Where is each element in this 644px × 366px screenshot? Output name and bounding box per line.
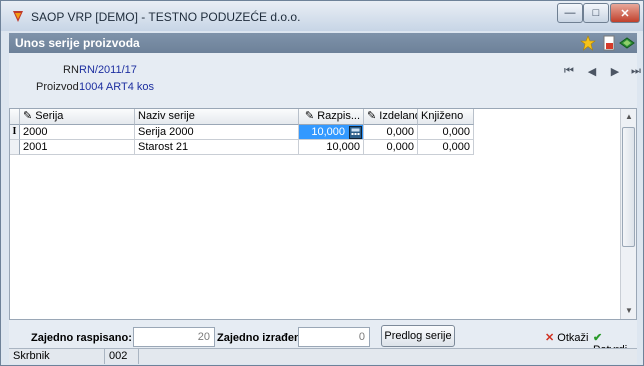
col-header-label: Naziv serije	[138, 110, 195, 122]
pencil-icon: ✎	[304, 110, 315, 122]
rn-label: RN	[63, 64, 79, 76]
minimize-icon: —	[564, 7, 576, 19]
first-icon: ⏮	[564, 64, 574, 77]
star-icon[interactable]	[580, 35, 596, 51]
prev-record-button[interactable]: ◀	[584, 64, 600, 78]
cell-razpis-value: 10,000	[311, 126, 345, 138]
cell-naziv[interactable]: Starost 21	[135, 140, 299, 155]
pencil-icon: ✎	[23, 110, 33, 122]
series-grid[interactable]: ✎ Serija Naziv serije ✎ Razpis... ✎ Izde…	[9, 108, 637, 320]
cancel-label: Otkaži	[557, 332, 589, 344]
cancel-x-icon: ✕	[545, 332, 555, 344]
book-icon[interactable]	[619, 35, 635, 51]
vertical-scrollbar[interactable]: ▲ ▼	[620, 109, 636, 319]
last-icon: ⏭	[631, 64, 641, 77]
cell-knjizeno[interactable]: 0,000	[418, 125, 474, 140]
app-window: SAOP VRP [DEMO] - TESTNO PODUZEĆE d.o.o.…	[0, 0, 644, 366]
col-header-label: Razpis...	[317, 110, 360, 122]
document-icon[interactable]	[601, 35, 617, 51]
status-field-label: Skrbnik	[9, 349, 105, 364]
checkmark-icon: ✔	[593, 332, 603, 344]
col-header-knjizeno[interactable]: Knjiženo	[418, 109, 474, 125]
form-header: Unos serije proizvoda	[9, 33, 637, 53]
totals-bar: Zajedno raspisano: 20 Zajedno izrađeno: …	[9, 323, 637, 356]
prev-icon: ◀	[587, 65, 597, 78]
close-icon: ✕	[620, 7, 630, 20]
rn-value: RN/2011/17	[79, 64, 137, 76]
form-panel: RN RN/2011/17 Proizvod 1004 ART4 kos ⏮ ◀…	[9, 53, 641, 359]
col-header-label: Knjiženo	[421, 110, 464, 122]
minimize-button[interactable]: —	[557, 3, 583, 23]
col-header-izdelano[interactable]: ✎ Izdelano	[364, 109, 418, 125]
raspisano-input[interactable]: 20	[133, 327, 215, 347]
form-title: Unos serije proizvoda	[15, 36, 140, 50]
cell-serija[interactable]: 2000	[20, 125, 135, 140]
next-icon: ▶	[610, 65, 620, 78]
cell-razpis[interactable]: 10,000	[299, 140, 364, 155]
cell-serija[interactable]: 2001	[20, 140, 135, 155]
app-logo-icon	[13, 11, 23, 22]
maximize-button[interactable]: □	[583, 3, 609, 23]
scroll-up-icon[interactable]: ▲	[621, 109, 637, 125]
next-record-button[interactable]: ▶	[607, 64, 623, 78]
row-marker: I	[10, 125, 20, 140]
col-header-serija[interactable]: ✎ Serija	[20, 109, 135, 125]
proizvod-value: 1004 ART4 kos	[79, 81, 155, 93]
cancel-button[interactable]: ✕ Otkaži	[545, 331, 588, 344]
status-bar: Skrbnik 002	[9, 348, 637, 364]
pencil-icon: ✎	[367, 110, 377, 122]
cell-izdelano[interactable]: 0,000	[364, 140, 418, 155]
title-bar: SAOP VRP [DEMO] - TESTNO PODUZEĆE d.o.o.…	[1, 1, 643, 31]
cell-naziv[interactable]: Serija 2000	[135, 125, 299, 140]
row-marker	[10, 140, 20, 155]
first-record-button[interactable]: ⏮	[561, 64, 577, 78]
col-header-label: Serija	[35, 110, 64, 122]
window-title: SAOP VRP [DEMO] - TESTNO PODUZEĆE d.o.o.	[31, 10, 301, 24]
predlog-serije-button[interactable]: Predlog serije	[381, 325, 455, 347]
status-field-value: 002	[105, 349, 139, 364]
izradeno-input[interactable]: 0	[298, 327, 370, 347]
cell-knjizeno[interactable]: 0,000	[418, 140, 474, 155]
grid-corner	[10, 109, 20, 125]
proizvod-label: Proizvod	[36, 81, 79, 93]
izradeno-label: Zajedno izrađeno:	[217, 332, 312, 344]
calculator-icon[interactable]	[349, 126, 362, 139]
raspisano-label: Zajedno raspisano:	[31, 332, 132, 344]
scroll-thumb[interactable]	[622, 127, 635, 247]
col-header-razpis[interactable]: ✎ Razpis...	[299, 109, 364, 125]
cell-izdelano[interactable]: 0,000	[364, 125, 418, 140]
scroll-down-icon[interactable]: ▼	[621, 303, 637, 319]
last-record-button[interactable]: ⏭	[628, 64, 644, 78]
col-header-label: Izdelano	[379, 110, 418, 122]
maximize-icon: □	[592, 7, 600, 19]
close-button[interactable]: ✕	[610, 3, 640, 23]
col-header-naziv[interactable]: Naziv serije	[135, 109, 299, 125]
